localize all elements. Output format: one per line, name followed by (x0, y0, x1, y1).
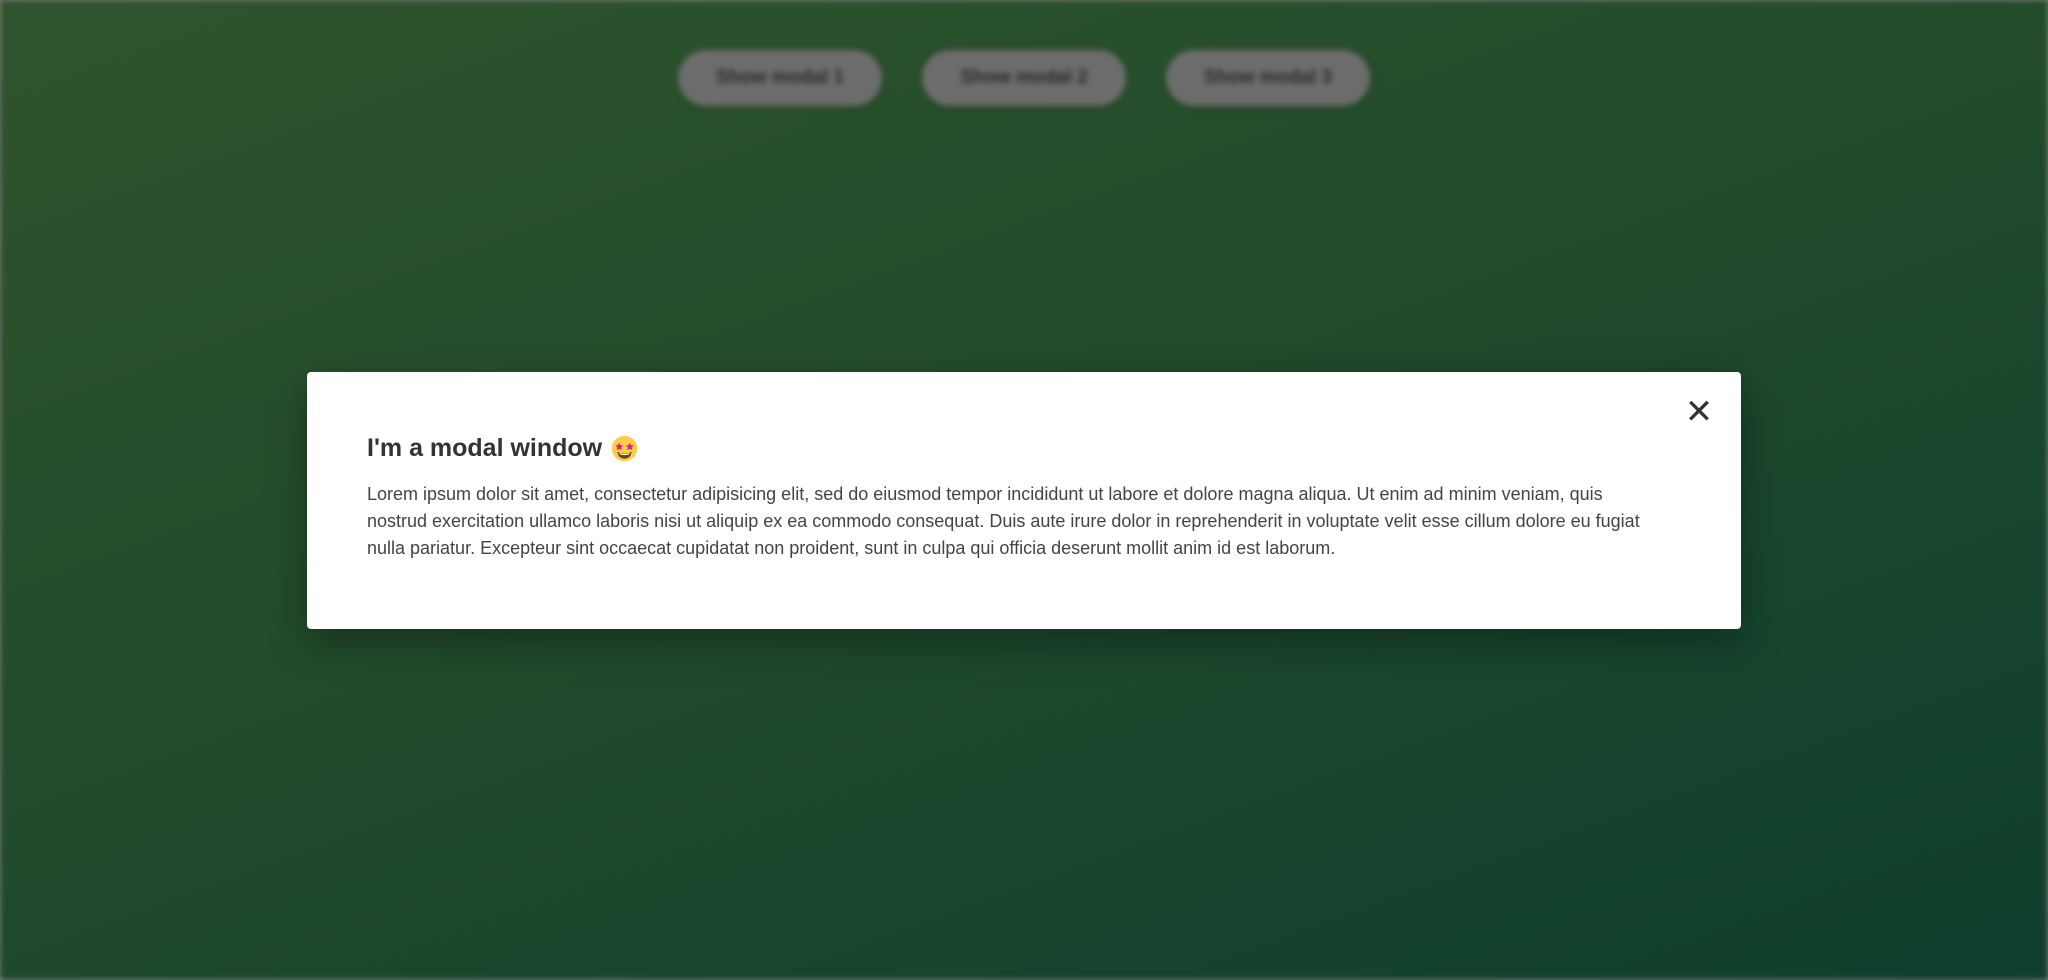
modal-title-text: I'm a modal window (367, 434, 603, 462)
modal-body-text: Lorem ipsum dolor sit amet, consectetur … (367, 484, 1640, 558)
close-modal-button[interactable]: ✕ (1679, 392, 1719, 432)
modal-window: ✕ I'm a modal window Lorem ipsum dolor s… (307, 372, 1741, 629)
modal-title: I'm a modal window (367, 434, 1667, 463)
star-struck-emoji-icon (611, 435, 638, 462)
